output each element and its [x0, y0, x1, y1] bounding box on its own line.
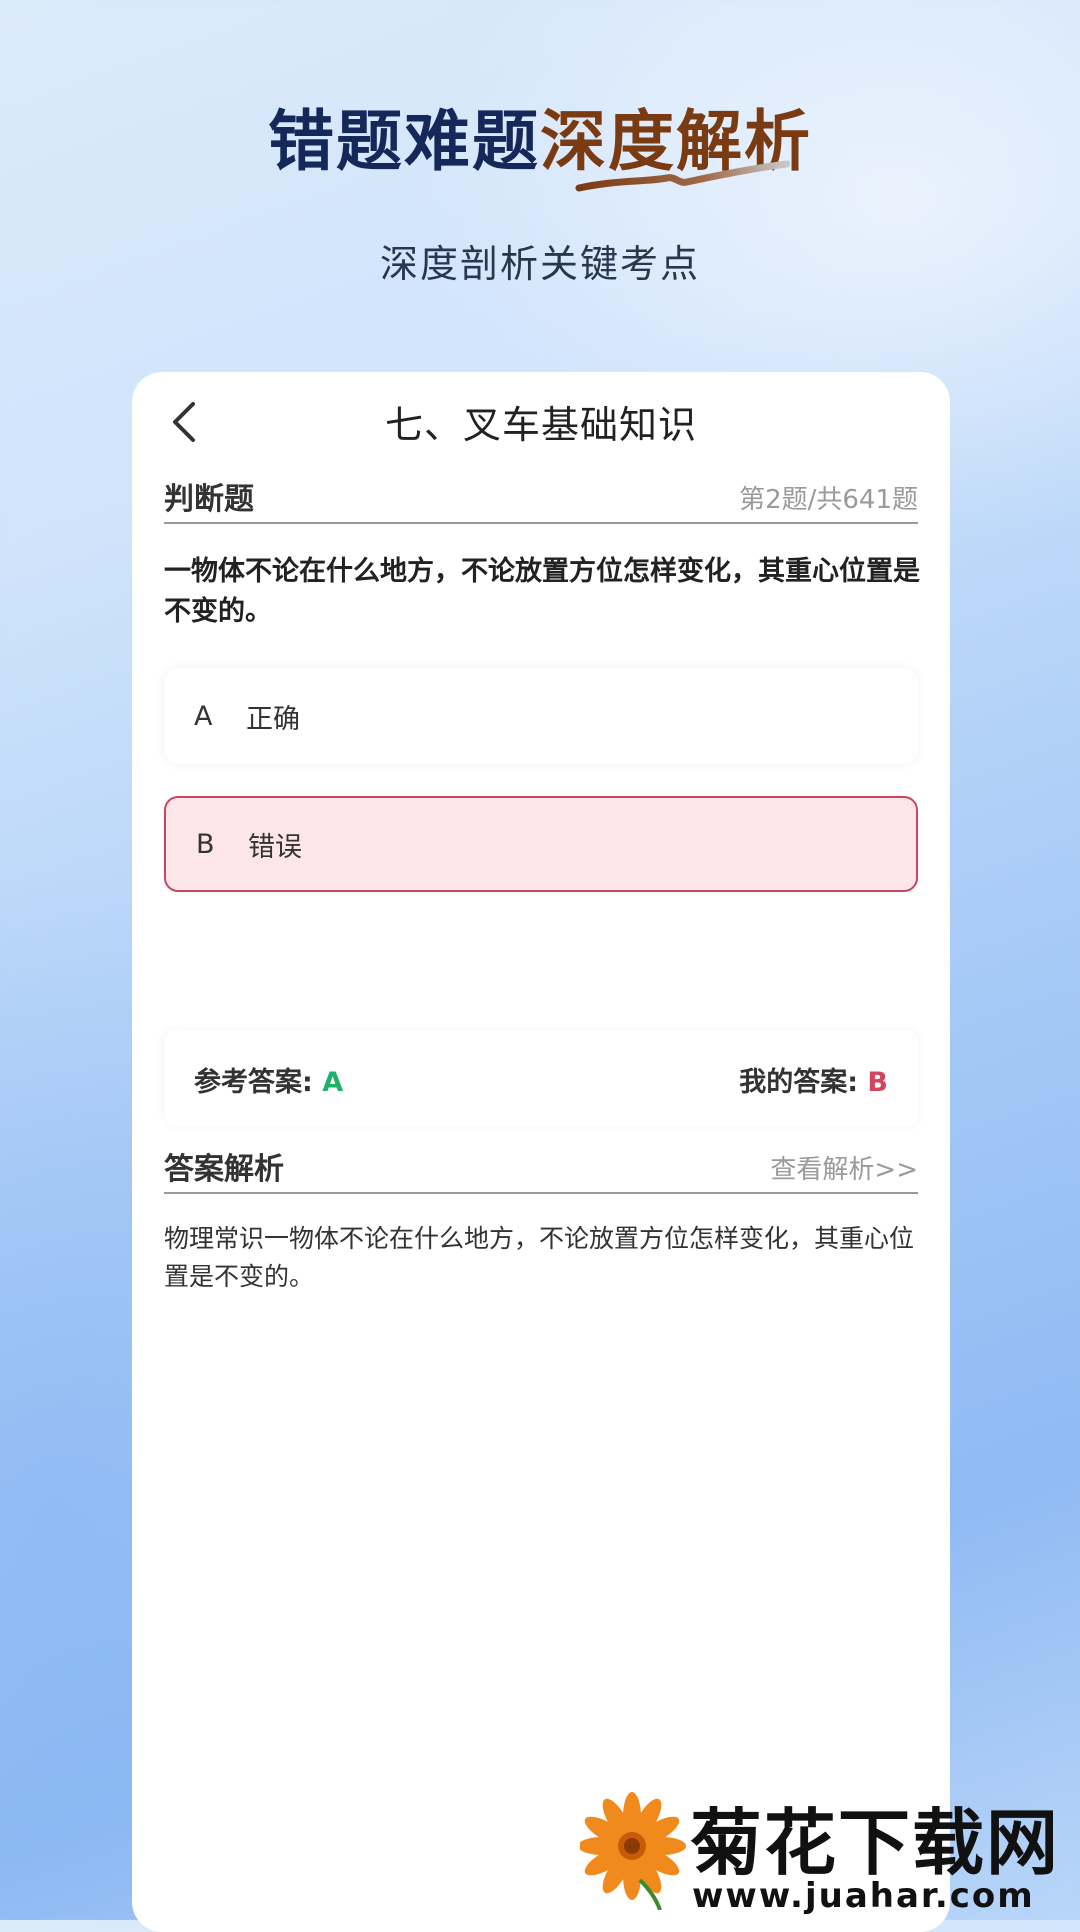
option-key: A — [194, 700, 213, 732]
promo-subtitle: 深度剖析关键考点 — [379, 242, 700, 286]
my-answer: 我的答案: B — [739, 1060, 888, 1099]
answer-summary: 参考答案: A 我的答案: B — [164, 1030, 918, 1126]
reference-answer: 参考答案: A — [194, 1060, 343, 1099]
question-card: 七、叉车基础知识 判断题 第2题/共641题 一物体不论在什么地方，不论放置方位… — [132, 372, 950, 1932]
analysis-text: 物理常识一物体不论在什么地方，不论放置方位怎样变化，其重心位置是不变的。 — [164, 1224, 915, 1291]
analysis-header: 答案解析 查看解析>> — [164, 1142, 918, 1194]
analysis-label: 答案解析 — [164, 1152, 284, 1187]
question-header: 判断题 第2题/共641题 — [164, 472, 918, 524]
my-answer-label: 我的答案: — [739, 1067, 868, 1098]
option-key: B — [196, 828, 215, 860]
my-answer-value: B — [867, 1067, 888, 1098]
watermark-brand: 菊花下载网 — [690, 1801, 1061, 1885]
flower-logo-icon — [580, 1792, 686, 1910]
headline-underline-decoration — [575, 160, 790, 192]
question-progress: 第2题/共641题 — [739, 485, 918, 515]
site-watermark: 菊花下载网 www.juahar.com — [580, 1780, 1080, 1920]
headline-part1: 错题难题 — [268, 103, 540, 180]
question-text: 一物体不论在什么地方，不论放置方位怎样变化，其重心位置是不变的。 — [164, 556, 920, 627]
reference-answer-value: A — [322, 1067, 344, 1098]
option-a[interactable]: A 正确 — [164, 668, 918, 764]
view-analysis-link[interactable]: 查看解析>> — [770, 1149, 918, 1186]
page-title: 七、叉车基础知识 — [384, 403, 697, 447]
option-text: 错误 — [248, 831, 302, 863]
question-type-label: 判断题 — [164, 482, 254, 517]
reference-answer-label: 参考答案: — [194, 1067, 323, 1098]
option-text: 正确 — [246, 703, 300, 735]
option-b[interactable]: B 错误 — [164, 796, 918, 892]
watermark-url: www.juahar.com — [692, 1876, 1035, 1916]
promo-headline: 错题难题深度解析 — [0, 88, 1080, 184]
